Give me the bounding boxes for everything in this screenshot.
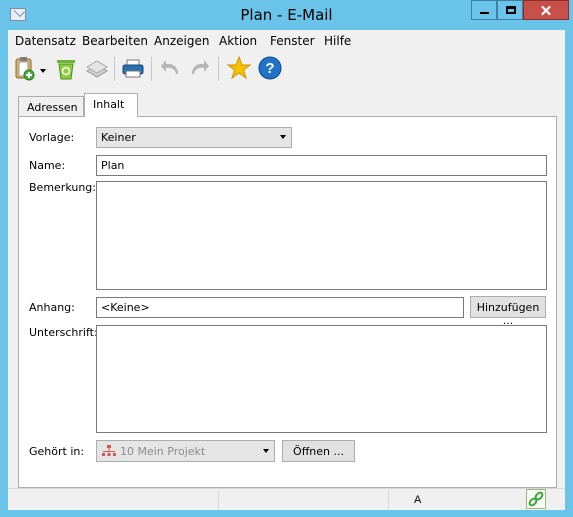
name-input[interactable]: Plan [96, 155, 547, 176]
gehoert-select[interactable]: 10 Mein Projekt [96, 440, 275, 462]
status-panel: A [218, 491, 421, 509]
hinzufuegen-button[interactable]: Hinzufügen ... [470, 296, 546, 327]
toolbar-separator [218, 57, 219, 81]
tab-container: Adressen Inhalt Vorlage: Keiner Name: Pl… [8, 93, 565, 488]
vorlage-label: Vorlage: [29, 131, 75, 144]
gehoert-value: 10 Mein Projekt [120, 445, 206, 458]
link-status-icon[interactable] [526, 489, 546, 509]
menu-hilfe[interactable]: Hilfe [324, 34, 351, 48]
menu-datensatz[interactable]: Datensatz [15, 34, 76, 48]
name-label: Name: [29, 159, 66, 172]
minimize-icon [480, 12, 489, 14]
gehoert-label: Gehört in: [29, 445, 85, 458]
title-bar[interactable]: Plan - E-Mail ✕ [0, 0, 573, 30]
unterschrift-label: Unterschrift: [29, 326, 98, 339]
menu-fenster[interactable]: Fenster [270, 34, 315, 48]
toolbar: ? [8, 51, 565, 87]
dropdown-arrow-icon[interactable] [37, 54, 49, 82]
menu-anzeigen[interactable]: Anzeigen [154, 34, 209, 48]
help-icon[interactable]: ? [257, 54, 283, 82]
layers-icon[interactable] [84, 54, 110, 82]
svg-text:?: ? [265, 60, 274, 77]
minimize-button[interactable] [471, 0, 497, 20]
tab-panel-inhalt: Vorlage: Keiner Name: Plan Bemerkung: An… [18, 116, 557, 488]
status-bar: A [8, 488, 565, 510]
clipboard-add-icon[interactable] [12, 54, 38, 82]
status-panel [388, 491, 509, 509]
oeffnen-button[interactable]: Öffnen ... [282, 440, 355, 462]
toolbar-separator [151, 57, 152, 81]
bemerkung-label: Bemerkung: [29, 181, 96, 194]
tab-adressen[interactable]: Adressen [18, 96, 84, 116]
recycle-bin-icon[interactable] [53, 54, 79, 82]
menu-bearbeiten[interactable]: Bearbeiten [82, 34, 148, 48]
email-window: Plan - E-Mail ✕ Datensatz Bearbeiten Anz… [0, 0, 573, 517]
printer-icon[interactable] [120, 54, 146, 82]
vorlage-select[interactable]: Keiner [96, 127, 292, 148]
chevron-down-icon [263, 449, 269, 453]
unterschrift-textarea[interactable] [96, 325, 547, 433]
anhang-label: Anhang: [29, 301, 75, 314]
star-icon[interactable] [226, 54, 252, 82]
client-area: Datensatz Bearbeiten Anzeigen Aktion Fen… [8, 30, 565, 510]
menu-aktion[interactable]: Aktion [219, 34, 257, 48]
project-tree-icon [101, 444, 117, 461]
redo-icon[interactable] [186, 54, 212, 82]
bemerkung-textarea[interactable] [96, 181, 547, 290]
chevron-down-icon [280, 135, 286, 139]
undo-icon[interactable] [158, 54, 184, 82]
toolbar-separator [114, 57, 115, 81]
close-button[interactable]: ✕ [523, 0, 569, 20]
menu-bar: Datensatz Bearbeiten Anzeigen Aktion Fen… [8, 30, 565, 51]
vorlage-value: Keiner [101, 131, 136, 144]
tab-inhalt[interactable]: Inhalt [84, 93, 138, 117]
anhang-input[interactable]: <Keine> [96, 297, 464, 318]
maximize-button[interactable] [497, 0, 523, 20]
close-icon: ✕ [539, 3, 553, 20]
maximize-icon [506, 6, 516, 14]
